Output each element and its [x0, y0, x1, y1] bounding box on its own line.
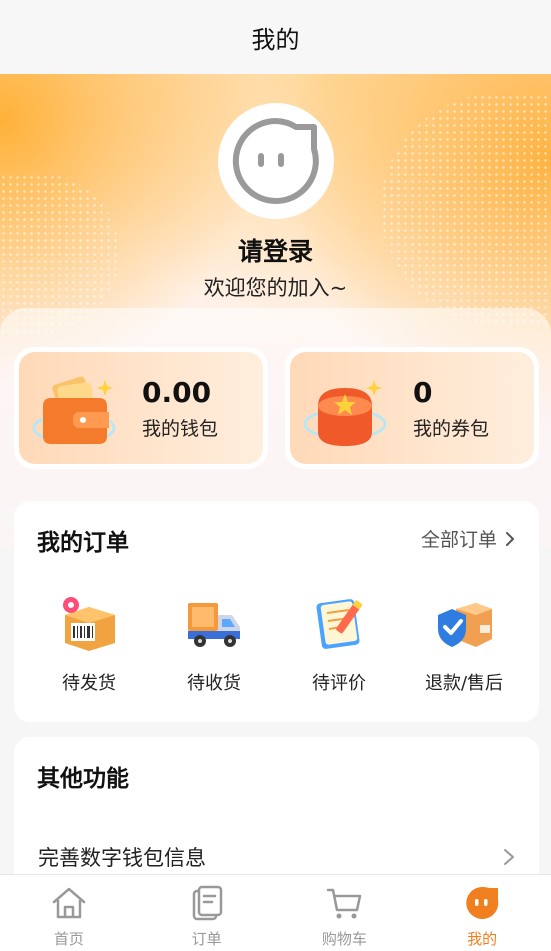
chevron-right-icon: [506, 531, 514, 546]
home-icon: [52, 887, 86, 919]
wallet-label: 我的钱包: [142, 418, 219, 440]
wallet-card[interactable]: 0.00 我的钱包: [14, 347, 268, 469]
notebook-pencil-icon: [316, 599, 363, 649]
coupon-label: 我的券包: [413, 418, 490, 440]
functions-card: 其他功能 完善数字钱包信息: [14, 737, 539, 887]
order-pending-shipment-label: 待发货: [62, 673, 116, 694]
bottom-tab-bar: 首页 订单 购物车 我的: [0, 874, 551, 951]
orders-title: 我的订单: [37, 530, 129, 556]
orders-card: 我的订单 全部订单 待发货 待收货 待评价 退款/售后: [14, 501, 539, 722]
delivery-truck-icon: [188, 603, 240, 647]
profile-face-icon: [466, 886, 499, 919]
coupon-count: 0: [413, 376, 433, 409]
order-pending-review[interactable]: 待评价: [279, 595, 399, 695]
all-orders-link[interactable]: 全部订单: [421, 525, 515, 552]
tab-mine-label: 我的: [467, 930, 498, 948]
tab-home[interactable]: 首页: [0, 875, 138, 951]
welcome-text: 欢迎您的加入~: [203, 276, 348, 300]
avatar[interactable]: [218, 103, 334, 219]
coupon-card[interactable]: 0 我的券包: [285, 347, 539, 469]
tab-cart-label: 购物车: [321, 930, 367, 948]
order-pending-shipment[interactable]: 待发货: [29, 595, 149, 695]
wallet-balance: 0.00: [142, 376, 212, 409]
coupon-icon: [303, 380, 387, 446]
order-refund-aftersale-label: 退款/售后: [424, 673, 504, 694]
cart-icon: [327, 888, 362, 919]
complete-wallet-info-label: 完善数字钱包信息: [38, 846, 206, 870]
tab-home-label: 首页: [53, 930, 84, 948]
shield-box-icon: [438, 603, 492, 647]
all-orders-label: 全部订单: [420, 529, 497, 551]
order-pending-receipt-label: 待收货: [187, 673, 241, 694]
tab-orders[interactable]: 订单: [138, 875, 276, 951]
package-barcode-icon: [63, 597, 115, 651]
order-icon: [192, 885, 222, 921]
tab-orders-label: 订单: [191, 930, 222, 948]
wallet-icon: [32, 376, 116, 444]
order-pending-review-label: 待评价: [312, 673, 366, 694]
page-title: 我的: [0, 0, 551, 74]
tab-mine[interactable]: 我的: [413, 875, 551, 951]
complete-wallet-info-row[interactable]: 完善数字钱包信息: [38, 837, 515, 877]
tab-cart[interactable]: 购物车: [276, 875, 414, 951]
chevron-right-icon: [504, 849, 514, 865]
order-refund-aftersale[interactable]: 退款/售后: [404, 595, 524, 695]
login-link[interactable]: 请登录: [0, 232, 551, 268]
functions-title: 其他功能: [37, 766, 129, 792]
face-avatar-icon: [232, 117, 319, 204]
order-pending-receipt[interactable]: 待收货: [154, 595, 274, 695]
